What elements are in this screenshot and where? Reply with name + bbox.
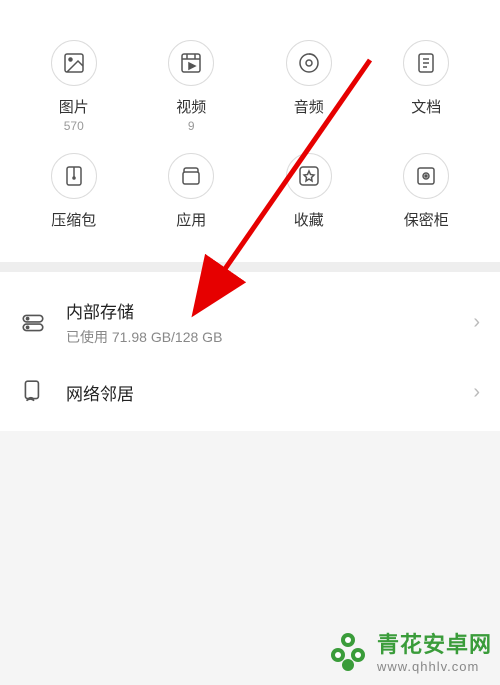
watermark-url: www.qhhlv.com (377, 659, 492, 674)
document-icon (403, 40, 449, 86)
star-icon (286, 153, 332, 199)
network-icon (20, 379, 52, 405)
category-label: 保密柜 (404, 209, 449, 230)
video-icon (168, 40, 214, 86)
internal-storage-title: 内部存储 (66, 298, 473, 323)
category-archives[interactable]: 压缩包 (20, 148, 128, 237)
storage-text: 内部存储 已使用 71.98 GB/128 GB (66, 298, 473, 347)
internal-storage-subtitle: 已使用 71.98 GB/128 GB (66, 327, 473, 347)
archive-icon (51, 153, 97, 199)
category-label: 视频 (176, 96, 206, 117)
network-title: 网络邻居 (66, 380, 473, 405)
category-safe[interactable]: 保密柜 (373, 148, 481, 237)
category-grid: 图片 570 视频 9 音频 文档 (20, 35, 480, 237)
category-count: 570 (64, 119, 84, 133)
categories-panel: 图片 570 视频 9 音频 文档 (0, 0, 500, 262)
storage-icon (20, 310, 52, 336)
category-videos[interactable]: 视频 9 (138, 35, 246, 138)
category-label: 压缩包 (51, 209, 96, 230)
section-divider (0, 262, 500, 272)
audio-icon (286, 40, 332, 86)
category-docs[interactable]: 文档 (373, 35, 481, 138)
category-apps[interactable]: 应用 (138, 148, 246, 237)
watermark-title: 青花安卓网 (377, 627, 492, 659)
watermark-logo-icon (323, 625, 373, 675)
category-label: 应用 (176, 209, 206, 230)
storage-text: 网络邻居 (66, 380, 473, 405)
safe-icon (403, 153, 449, 199)
network-neighbor-row[interactable]: 网络邻居 › (0, 363, 500, 421)
internal-storage-row[interactable]: 内部存储 已使用 71.98 GB/128 GB › (0, 282, 500, 363)
category-audio[interactable]: 音频 (255, 35, 363, 138)
search-bar-placeholder (20, 0, 480, 20)
chevron-right-icon: › (473, 381, 480, 404)
category-favorites[interactable]: 收藏 (255, 148, 363, 237)
app-icon (168, 153, 214, 199)
storage-list: 内部存储 已使用 71.98 GB/128 GB › 网络邻居 › (0, 272, 500, 431)
category-label: 图片 (59, 96, 89, 117)
chevron-right-icon: › (473, 311, 480, 334)
category-label: 音频 (294, 96, 324, 117)
category-label: 收藏 (294, 209, 324, 230)
watermark: 青花安卓网 www.qhhlv.com (323, 625, 492, 675)
image-icon (51, 40, 97, 86)
category-label: 文档 (411, 96, 441, 117)
category-count: 9 (188, 119, 195, 133)
category-images[interactable]: 图片 570 (20, 35, 128, 138)
